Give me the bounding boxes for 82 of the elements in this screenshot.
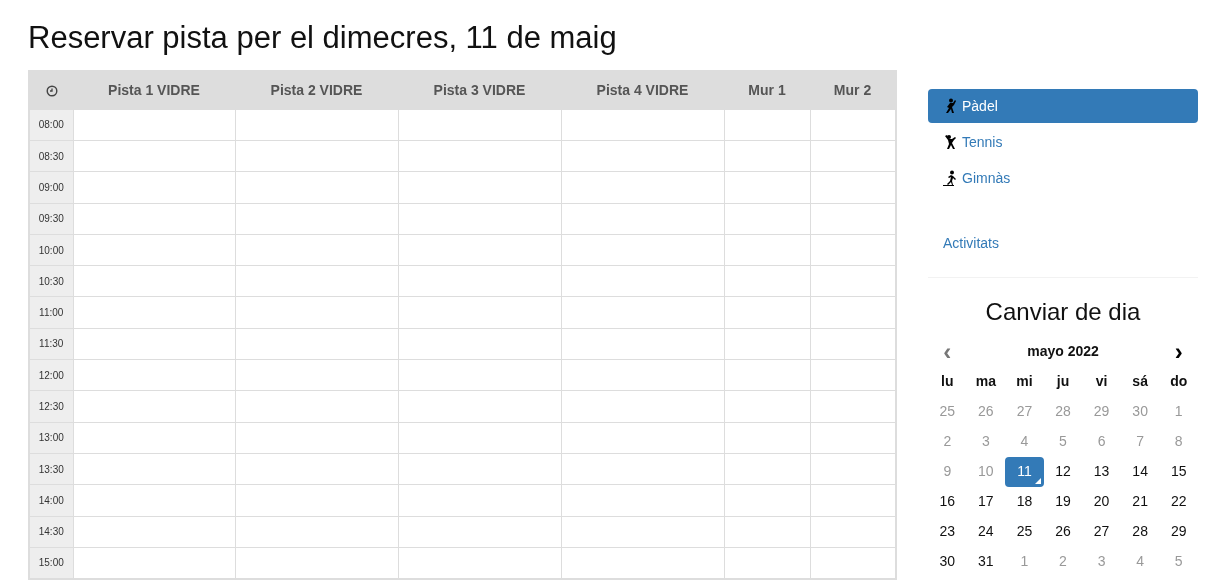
calendar-day[interactable]: 7 bbox=[1120, 427, 1160, 457]
next-month-button[interactable]: › bbox=[1159, 337, 1198, 367]
calendar-day[interactable]: 11 bbox=[1005, 457, 1044, 487]
previous-month-button[interactable]: ‹ bbox=[928, 337, 967, 367]
time-label: 09:30 bbox=[29, 203, 73, 235]
calendar-day[interactable]: 30 bbox=[928, 547, 967, 577]
calendar-day[interactable]: 1 bbox=[1159, 397, 1198, 427]
calendar-day[interactable]: 1 bbox=[1005, 547, 1044, 577]
calendar-day[interactable]: 3 bbox=[1082, 547, 1121, 577]
time-label: 08:30 bbox=[29, 140, 73, 172]
weekday-label: ma bbox=[974, 372, 997, 392]
calendar-day[interactable]: 27 bbox=[1005, 397, 1044, 427]
runner-icon bbox=[942, 170, 958, 187]
calendar-day[interactable]: 16 bbox=[928, 487, 967, 517]
calendar-day[interactable]: 18 bbox=[1005, 487, 1044, 517]
calendar-day[interactable]: 12 bbox=[1043, 457, 1083, 487]
calendar-day[interactable]: 8 bbox=[1159, 427, 1198, 457]
calendar-day[interactable]: 2 bbox=[928, 427, 967, 457]
weekday-label: ju bbox=[1055, 372, 1071, 392]
calendar-day[interactable]: 13 bbox=[1082, 457, 1121, 487]
calendar-day[interactable]: 23 bbox=[928, 517, 967, 547]
calendar-day[interactable]: 5 bbox=[1159, 547, 1198, 577]
calendar-day[interactable]: 26 bbox=[966, 397, 1006, 427]
column-header: Pista 2 VIDRE bbox=[235, 71, 398, 110]
calendar-day[interactable]: 2 bbox=[1043, 547, 1083, 577]
calendar-day[interactable]: 27 bbox=[1082, 517, 1121, 547]
calendar-day[interactable]: 21 bbox=[1120, 487, 1160, 517]
calendar-day[interactable]: 25 bbox=[928, 397, 967, 427]
calendar-day[interactable]: 30 bbox=[1120, 397, 1160, 427]
sport-link[interactable]: Pàdel bbox=[928, 89, 1198, 124]
clock-icon bbox=[45, 85, 58, 98]
activities-link[interactable]: Activitats bbox=[943, 233, 999, 255]
time-label: 10:30 bbox=[29, 265, 73, 297]
calendar-day[interactable]: 20 bbox=[1082, 487, 1121, 517]
calendar-day[interactable]: 26 bbox=[1043, 517, 1083, 547]
calendar-day[interactable]: 4 bbox=[1005, 427, 1044, 457]
calendar-day[interactable]: 5 bbox=[1043, 427, 1083, 457]
time-label: 10:00 bbox=[29, 234, 73, 266]
time-label: 14:30 bbox=[29, 516, 73, 548]
column-header: Pista 1 VIDRE bbox=[73, 71, 235, 110]
calendar-day[interactable]: 14 bbox=[1120, 457, 1160, 487]
calendar-day[interactable]: 31 bbox=[966, 547, 1006, 577]
weekday-label: do bbox=[1169, 372, 1189, 392]
weekday-label: lu bbox=[940, 372, 955, 392]
page-title: Reservar pista per el dimecres, 11 de maig bbox=[28, 19, 618, 57]
month-label: mayo 2022 bbox=[1026, 342, 1100, 362]
sport-link[interactable]: Tennis bbox=[928, 125, 1198, 160]
time-label: 13:30 bbox=[29, 453, 73, 485]
calendar-day[interactable]: 9 bbox=[928, 457, 967, 487]
calendar-day[interactable]: 29 bbox=[1082, 397, 1121, 427]
weekday-label: vi bbox=[1094, 372, 1109, 392]
time-label: 15:00 bbox=[29, 547, 73, 579]
sport-link[interactable]: Gimnàs bbox=[928, 161, 1198, 196]
player-icon bbox=[942, 134, 958, 151]
column-header: Mur 1 bbox=[724, 71, 810, 110]
calendar-day[interactable]: 10 bbox=[966, 457, 1006, 487]
time-label: 11:30 bbox=[29, 328, 73, 360]
time-label: 12:30 bbox=[29, 390, 73, 423]
time-label: 11:00 bbox=[29, 296, 73, 329]
calendar-day[interactable]: 29 bbox=[1159, 517, 1198, 547]
column-header: Pista 3 VIDRE bbox=[398, 71, 561, 110]
time-label: 13:00 bbox=[29, 422, 73, 454]
weekday-label: sá bbox=[1131, 372, 1149, 392]
time-label: 12:00 bbox=[29, 359, 73, 391]
calendar-day[interactable]: 19 bbox=[1043, 487, 1083, 517]
calendar-day[interactable]: 3 bbox=[966, 427, 1006, 457]
calendar-day[interactable]: 28 bbox=[1120, 517, 1160, 547]
calendar-day[interactable]: 24 bbox=[966, 517, 1006, 547]
weekday-label: mi bbox=[1015, 372, 1034, 392]
time-label: 08:00 bbox=[29, 109, 73, 141]
column-header: Mur 2 bbox=[810, 71, 896, 110]
calendar-title: Canviar de dia bbox=[984, 298, 1142, 327]
calendar-day[interactable]: 28 bbox=[1043, 397, 1083, 427]
calendar-day[interactable]: 6 bbox=[1082, 427, 1121, 457]
calendar-day[interactable]: 22 bbox=[1159, 487, 1198, 517]
time-label: 14:00 bbox=[29, 484, 73, 517]
time-label: 09:00 bbox=[29, 171, 73, 204]
calendar-day[interactable]: 4 bbox=[1120, 547, 1160, 577]
calendar-day[interactable]: 15 bbox=[1159, 457, 1198, 487]
column-header: Pista 4 VIDRE bbox=[561, 71, 724, 110]
calendar-day[interactable]: 25 bbox=[1005, 517, 1044, 547]
calendar-day[interactable]: 17 bbox=[966, 487, 1006, 517]
